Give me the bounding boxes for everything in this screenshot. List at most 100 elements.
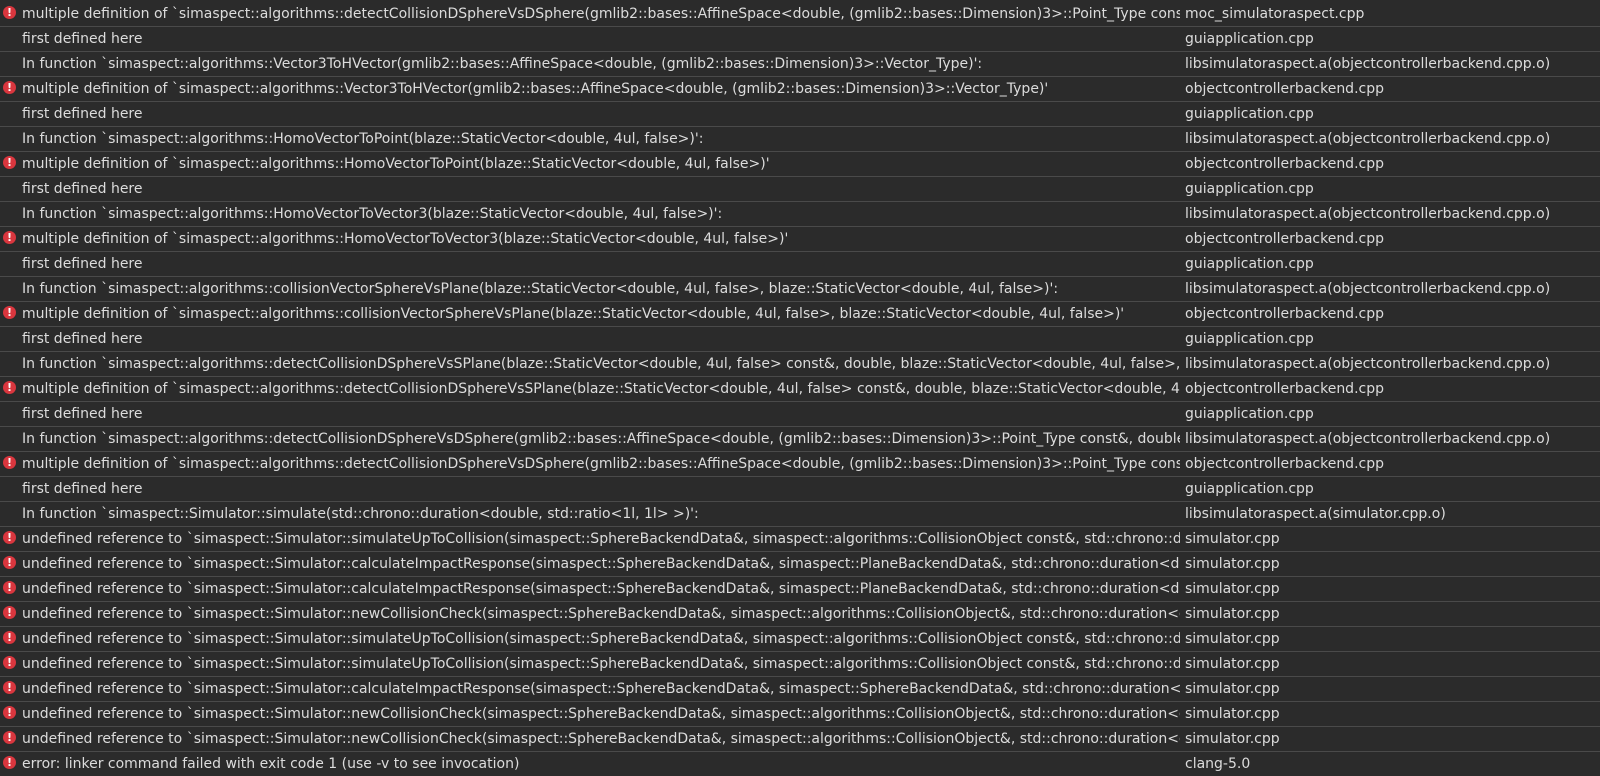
issue-message: multiple definition of `simaspect::algor… [22,456,1180,472]
issue-row[interactable]: In function `simaspect::algorithms::Vect… [0,52,1600,77]
issue-file[interactable]: objectcontrollerbackend.cpp [1185,452,1600,476]
issue-file[interactable]: libsimulatoraspect.a(objectcontrollerbac… [1185,52,1600,76]
issue-icon-cell [3,281,17,295]
issue-file[interactable]: libsimulatoraspect.a(objectcontrollerbac… [1185,202,1600,226]
issue-icon-cell [3,256,17,270]
issue-icon-cell: ! [3,381,17,395]
issue-row[interactable]: In function `simaspect::algorithms::Homo… [0,127,1600,152]
issue-message: multiple definition of `simaspect::algor… [22,156,770,172]
issue-row[interactable]: In function `simaspect::algorithms::dete… [0,352,1600,377]
issue-icon-cell: ! [3,706,17,720]
issue-row[interactable]: first defined here guiapplication.cpp [0,327,1600,352]
issue-row[interactable]: ! multiple definition of `simaspect::algo… [0,2,1600,27]
error-icon: ! [3,81,16,94]
issue-icon-cell [3,431,17,445]
issue-message: multiple definition of `simaspect::algor… [22,231,789,247]
issues-panel: !multiple definition of `simaspect::algo… [0,2,1600,776]
issue-icon-cell: ! [3,531,17,545]
error-icon: ! [3,381,16,394]
issue-row[interactable]: ! undefined reference to `simaspect::Simu… [0,702,1600,727]
issue-row[interactable]: ! undefined reference to `simaspect::Simu… [0,527,1600,552]
issue-row[interactable]: first defined here guiapplication.cpp [0,252,1600,277]
issue-file[interactable]: moc_simulatoraspect.cpp [1185,2,1600,26]
error-icon: ! [3,756,16,769]
issue-file[interactable]: objectcontrollerbackend.cpp [1185,227,1600,251]
error-icon: ! [3,731,16,744]
issue-row[interactable]: first defined here guiapplication.cpp [0,102,1600,127]
issue-file[interactable]: simulator.cpp [1185,652,1600,676]
issue-row[interactable]: ! undefined reference to `simaspect::Simu… [0,552,1600,577]
issue-row[interactable]: ! undefined reference to `simaspect::Simu… [0,627,1600,652]
issue-row[interactable]: ! multiple definition of `simaspect::algo… [0,377,1600,402]
issue-message: undefined reference to `simaspect::Simul… [22,681,1180,697]
issue-file[interactable]: guiapplication.cpp [1185,252,1600,276]
issue-row[interactable]: ! undefined reference to `simaspect::Simu… [0,727,1600,752]
issue-row[interactable]: first defined here guiapplication.cpp [0,27,1600,52]
issue-row[interactable]: ! multiple definition of `simaspect::algo… [0,302,1600,327]
error-icon: ! [3,581,16,594]
issue-file[interactable]: clang-5.0 [1185,752,1600,776]
issue-icon-cell [3,56,17,70]
issue-file[interactable]: simulator.cpp [1185,677,1600,701]
issue-file[interactable]: simulator.cpp [1185,602,1600,626]
issue-icon-cell: ! [3,581,17,595]
issue-row[interactable]: first defined here guiapplication.cpp [0,402,1600,427]
issue-row[interactable]: ! undefined reference to `simaspect::Simu… [0,577,1600,602]
issue-file[interactable]: guiapplication.cpp [1185,402,1600,426]
issue-row[interactable]: In function `simaspect::algorithms::coll… [0,277,1600,302]
issue-row[interactable]: In function `simaspect::algorithms::Homo… [0,202,1600,227]
issue-file[interactable]: simulator.cpp [1185,727,1600,751]
issue-file[interactable]: simulator.cpp [1185,552,1600,576]
issue-icon-cell [3,506,17,520]
issue-file[interactable]: guiapplication.cpp [1185,27,1600,51]
issue-row[interactable]: ! error: linker command failed with exit … [0,752,1600,776]
issue-row[interactable]: ! undefined reference to `simaspect::Simu… [0,677,1600,702]
issue-icon-cell: ! [3,656,17,670]
issue-message: multiple definition of `simaspect::algor… [22,6,1180,22]
issue-message: undefined reference to `simaspect::Simul… [22,556,1180,572]
issue-message: first defined here [22,31,143,47]
issue-message: undefined reference to `simaspect::Simul… [22,656,1180,672]
error-icon: ! [3,606,16,619]
issue-file[interactable]: simulator.cpp [1185,627,1600,651]
issue-file[interactable]: objectcontrollerbackend.cpp [1185,302,1600,326]
issue-file[interactable]: simulator.cpp [1185,702,1600,726]
issue-row[interactable]: ! multiple definition of `simaspect::algo… [0,452,1600,477]
issue-file[interactable]: guiapplication.cpp [1185,102,1600,126]
issue-file[interactable]: libsimulatoraspect.a(objectcontrollerbac… [1185,427,1600,451]
issue-icon-cell: ! [3,81,17,95]
issue-message: first defined here [22,481,143,497]
issue-file[interactable]: simulator.cpp [1185,527,1600,551]
issue-row[interactable]: first defined here guiapplication.cpp [0,177,1600,202]
issue-icon-cell: ! [3,6,17,20]
issue-file[interactable]: libsimulatoraspect.a(objectcontrollerbac… [1185,352,1600,376]
error-icon: ! [3,531,16,544]
issue-message: undefined reference to `simaspect::Simul… [22,581,1180,597]
issue-file[interactable]: guiapplication.cpp [1185,177,1600,201]
issue-icon-cell: ! [3,631,17,645]
issue-row[interactable]: ! multiple definition of `simaspect::algo… [0,227,1600,252]
issue-file[interactable]: libsimulatoraspect.a(objectcontrollerbac… [1185,277,1600,301]
issue-file[interactable]: libsimulatoraspect.a(simulator.cpp.o) [1185,502,1600,526]
issue-file[interactable]: libsimulatoraspect.a(objectcontrollerbac… [1185,127,1600,151]
issue-row[interactable]: In function `simaspect::Simulator::simul… [0,502,1600,527]
issue-file[interactable]: guiapplication.cpp [1185,477,1600,501]
issue-file[interactable]: objectcontrollerbackend.cpp [1185,377,1600,401]
issue-file[interactable]: simulator.cpp [1185,577,1600,601]
issue-icon-cell [3,356,17,370]
issue-icon-cell [3,106,17,120]
issue-file[interactable]: guiapplication.cpp [1185,327,1600,351]
issue-row[interactable]: first defined here guiapplication.cpp [0,477,1600,502]
issue-row[interactable]: ! multiple definition of `simaspect::algo… [0,77,1600,102]
error-icon: ! [3,706,16,719]
issue-icon-cell: ! [3,606,17,620]
issue-row[interactable]: ! undefined reference to `simaspect::Simu… [0,652,1600,677]
issue-file[interactable]: objectcontrollerbackend.cpp [1185,77,1600,101]
issue-row[interactable]: ! undefined reference to `simaspect::Simu… [0,602,1600,627]
issue-row[interactable]: ! multiple definition of `simaspect::algo… [0,152,1600,177]
issue-row[interactable]: In function `simaspect::algorithms::dete… [0,427,1600,452]
issue-message: In function `simaspect::algorithms::dete… [22,431,1180,447]
issue-message: error: linker command failed with exit c… [22,756,520,772]
issue-file[interactable]: objectcontrollerbackend.cpp [1185,152,1600,176]
issue-icon-cell: ! [3,556,17,570]
